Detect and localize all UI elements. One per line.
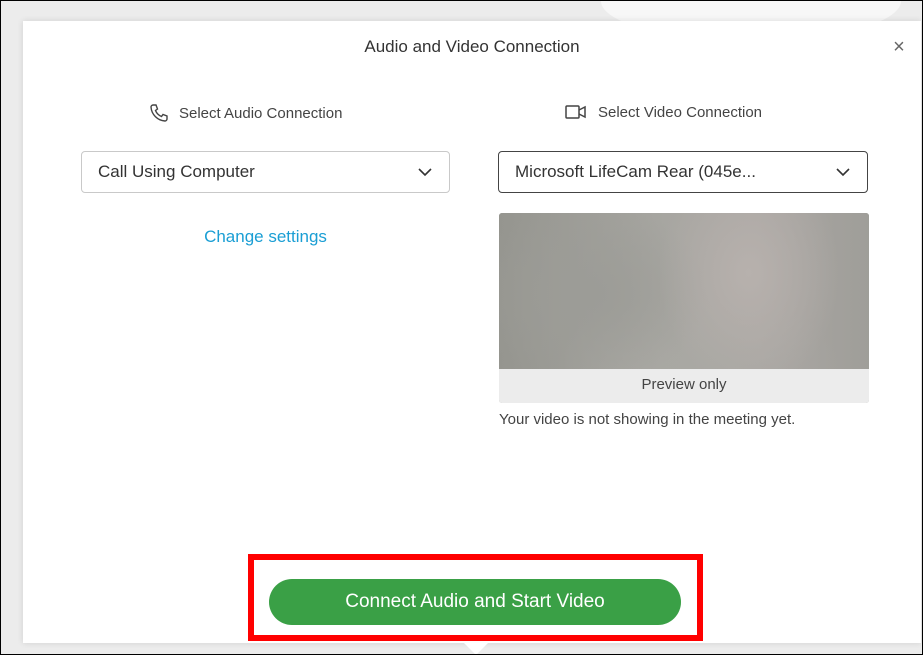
video-camera-icon xyxy=(564,103,588,121)
phone-icon xyxy=(149,103,169,123)
screenshot-frame: Audio and Video Connection × Select Audi… xyxy=(0,0,923,655)
preview-only-label: Preview only xyxy=(499,369,869,403)
video-connection-select[interactable]: Microsoft LifeCam Rear (045e... xyxy=(498,151,868,193)
dialog-pointer xyxy=(464,643,488,654)
dialog-title: Audio and Video Connection xyxy=(364,37,580,56)
audio-section-label: Select Audio Connection xyxy=(179,104,343,122)
change-settings-link[interactable]: Change settings xyxy=(81,227,450,247)
video-preview: Preview only xyxy=(499,213,869,403)
video-select-value: Microsoft LifeCam Rear (045e... xyxy=(515,162,756,181)
camera-preview-image xyxy=(499,213,869,369)
video-section-heading: Select Video Connection xyxy=(564,103,762,121)
audio-section-heading: Select Audio Connection xyxy=(149,103,342,123)
audio-select-value: Call Using Computer xyxy=(98,162,255,181)
preview-note: Your video is not showing in the meeting… xyxy=(499,411,796,428)
connect-audio-start-video-button[interactable]: Connect Audio and Start Video xyxy=(269,579,681,625)
chevron-down-icon xyxy=(835,162,851,182)
close-button[interactable]: × xyxy=(889,37,909,57)
video-section-label: Select Video Connection xyxy=(598,103,763,121)
chevron-down-icon xyxy=(417,162,433,182)
audio-connection-select[interactable]: Call Using Computer xyxy=(81,151,450,193)
